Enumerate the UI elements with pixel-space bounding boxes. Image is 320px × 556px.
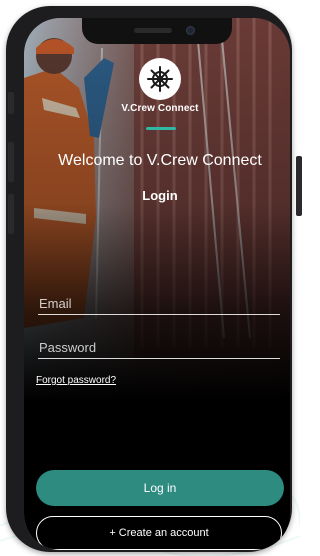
ship-wheel-icon (147, 66, 173, 92)
phone-frame: V.Crew Connect Welcome to V.Crew Connect… (6, 6, 302, 552)
app-logo (139, 58, 181, 100)
phone-screen: V.Crew Connect Welcome to V.Crew Connect… (24, 18, 290, 550)
accent-divider (146, 127, 176, 130)
side-button (8, 142, 14, 182)
side-button (8, 194, 14, 234)
email-input[interactable] (38, 292, 280, 314)
welcome-heading: Welcome to V.Crew Connect (58, 152, 262, 169)
password-input[interactable] (38, 336, 280, 358)
page-title: Login (142, 188, 178, 203)
phone-notch (82, 18, 232, 44)
email-field (38, 292, 280, 315)
speaker-grille (134, 28, 172, 33)
front-camera (186, 26, 195, 35)
password-field (38, 336, 280, 359)
side-button (8, 92, 14, 114)
create-account-button[interactable]: + Create an account (36, 516, 282, 550)
side-button (296, 156, 302, 216)
brand-name: V.Crew Connect (121, 103, 199, 114)
login-button[interactable]: Log in (36, 470, 284, 506)
forgot-password-link[interactable]: Forgot password? (36, 375, 116, 386)
login-screen: V.Crew Connect Welcome to V.Crew Connect… (24, 18, 290, 550)
